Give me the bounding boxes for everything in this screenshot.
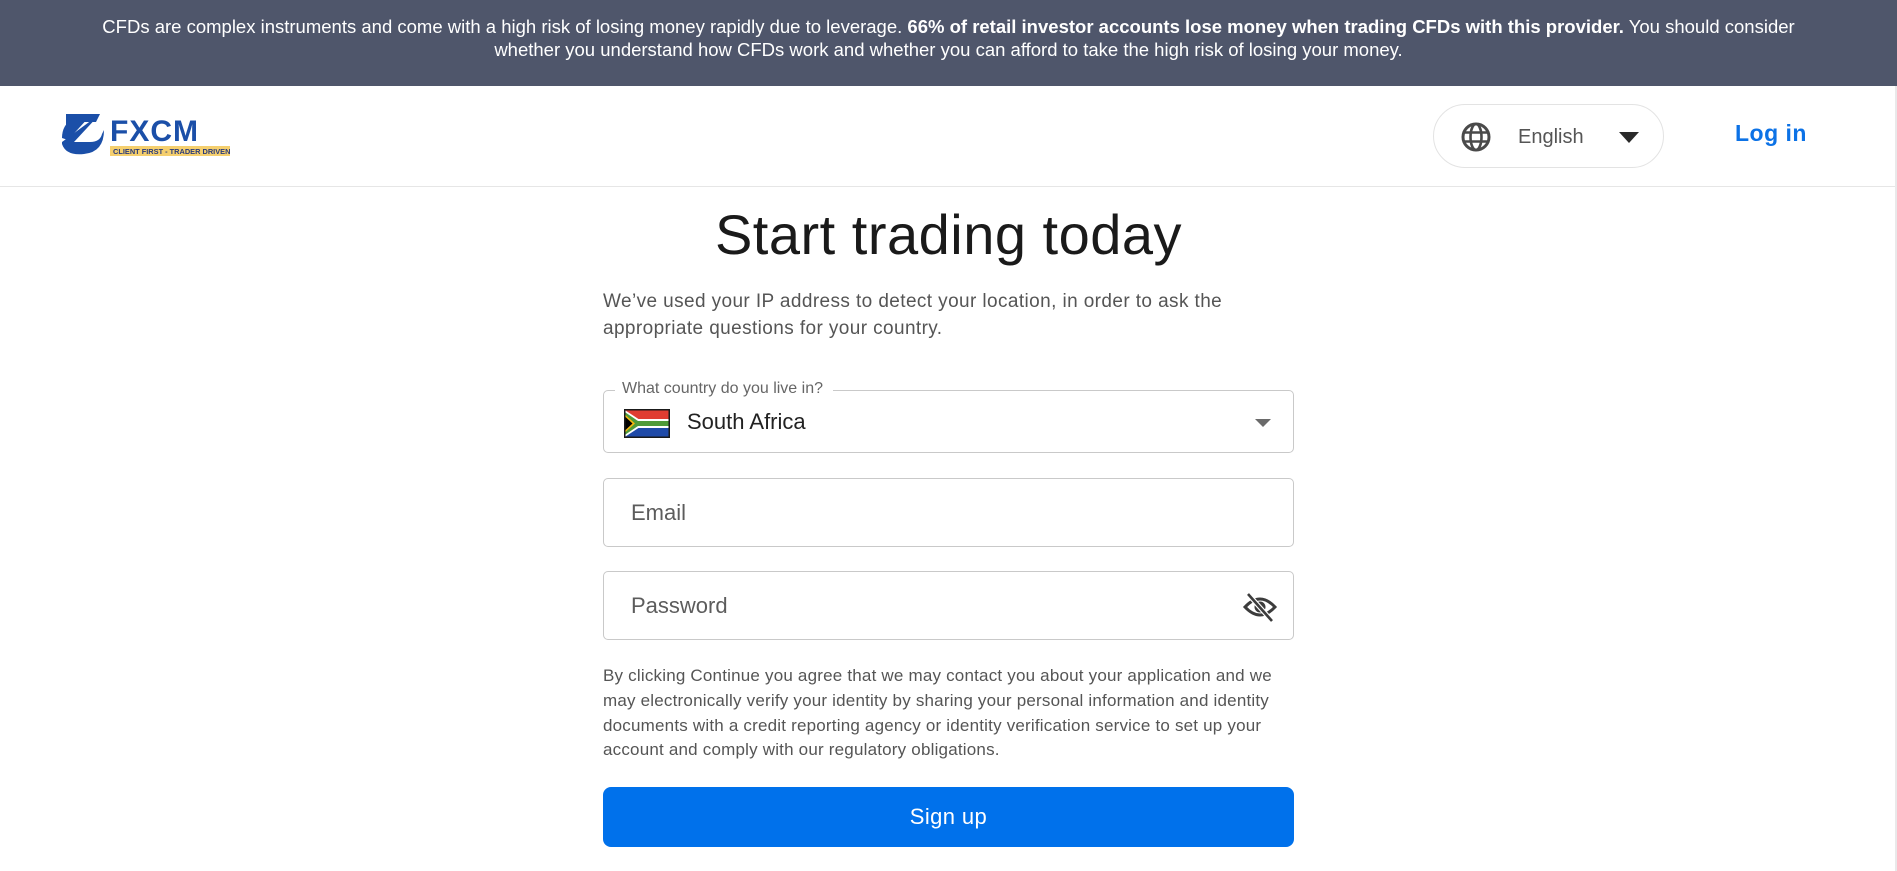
south-africa-flag-icon	[624, 409, 670, 438]
password-field-wrapper	[603, 571, 1294, 640]
login-link[interactable]: Log in	[1735, 120, 1807, 147]
email-field-wrapper	[603, 478, 1294, 547]
risk-warning-text: CFDs are complex instruments and come wi…	[102, 16, 908, 37]
globe-icon	[1461, 122, 1491, 152]
page-title: Start trading today	[714, 203, 1183, 266]
caret-down-icon	[1619, 132, 1639, 143]
logo-wordmark: FXCM	[110, 115, 199, 148]
intro-text: We’ve used your IP address to detect you…	[603, 291, 1223, 339]
eye-off-icon[interactable]	[1242, 592, 1278, 622]
country-select[interactable]: What country do you live in? South Afric…	[603, 379, 1294, 453]
consent-text: By clicking Continue you agree that we m…	[603, 666, 1272, 760]
fxcm-logo[interactable]: FXCM CLIENT FIRST - TRADER DRIVEN	[60, 108, 232, 160]
email-input[interactable]	[604, 479, 1293, 546]
site-header: FXCM CLIENT FIRST - TRADER DRIVEN Englis…	[0, 86, 1895, 187]
password-input[interactable]	[604, 572, 1293, 639]
country-value: South Africa	[687, 409, 806, 434]
logo-tagline: CLIENT FIRST - TRADER DRIVEN	[113, 147, 230, 156]
caret-down-icon	[1255, 419, 1271, 427]
signup-button[interactable]: Sign up	[603, 787, 1294, 847]
language-label: English	[1518, 126, 1584, 148]
risk-warning-bold-text: 66% of retail investor accounts lose mon…	[907, 16, 1624, 37]
fxcm-logo-icon: FXCM CLIENT FIRST - TRADER DRIVEN	[62, 114, 230, 156]
language-selector[interactable]: English	[1433, 104, 1664, 168]
risk-warning-banner: CFDs are complex instruments and come wi…	[0, 0, 1897, 86]
country-field-label: What country do you live in?	[615, 379, 833, 399]
